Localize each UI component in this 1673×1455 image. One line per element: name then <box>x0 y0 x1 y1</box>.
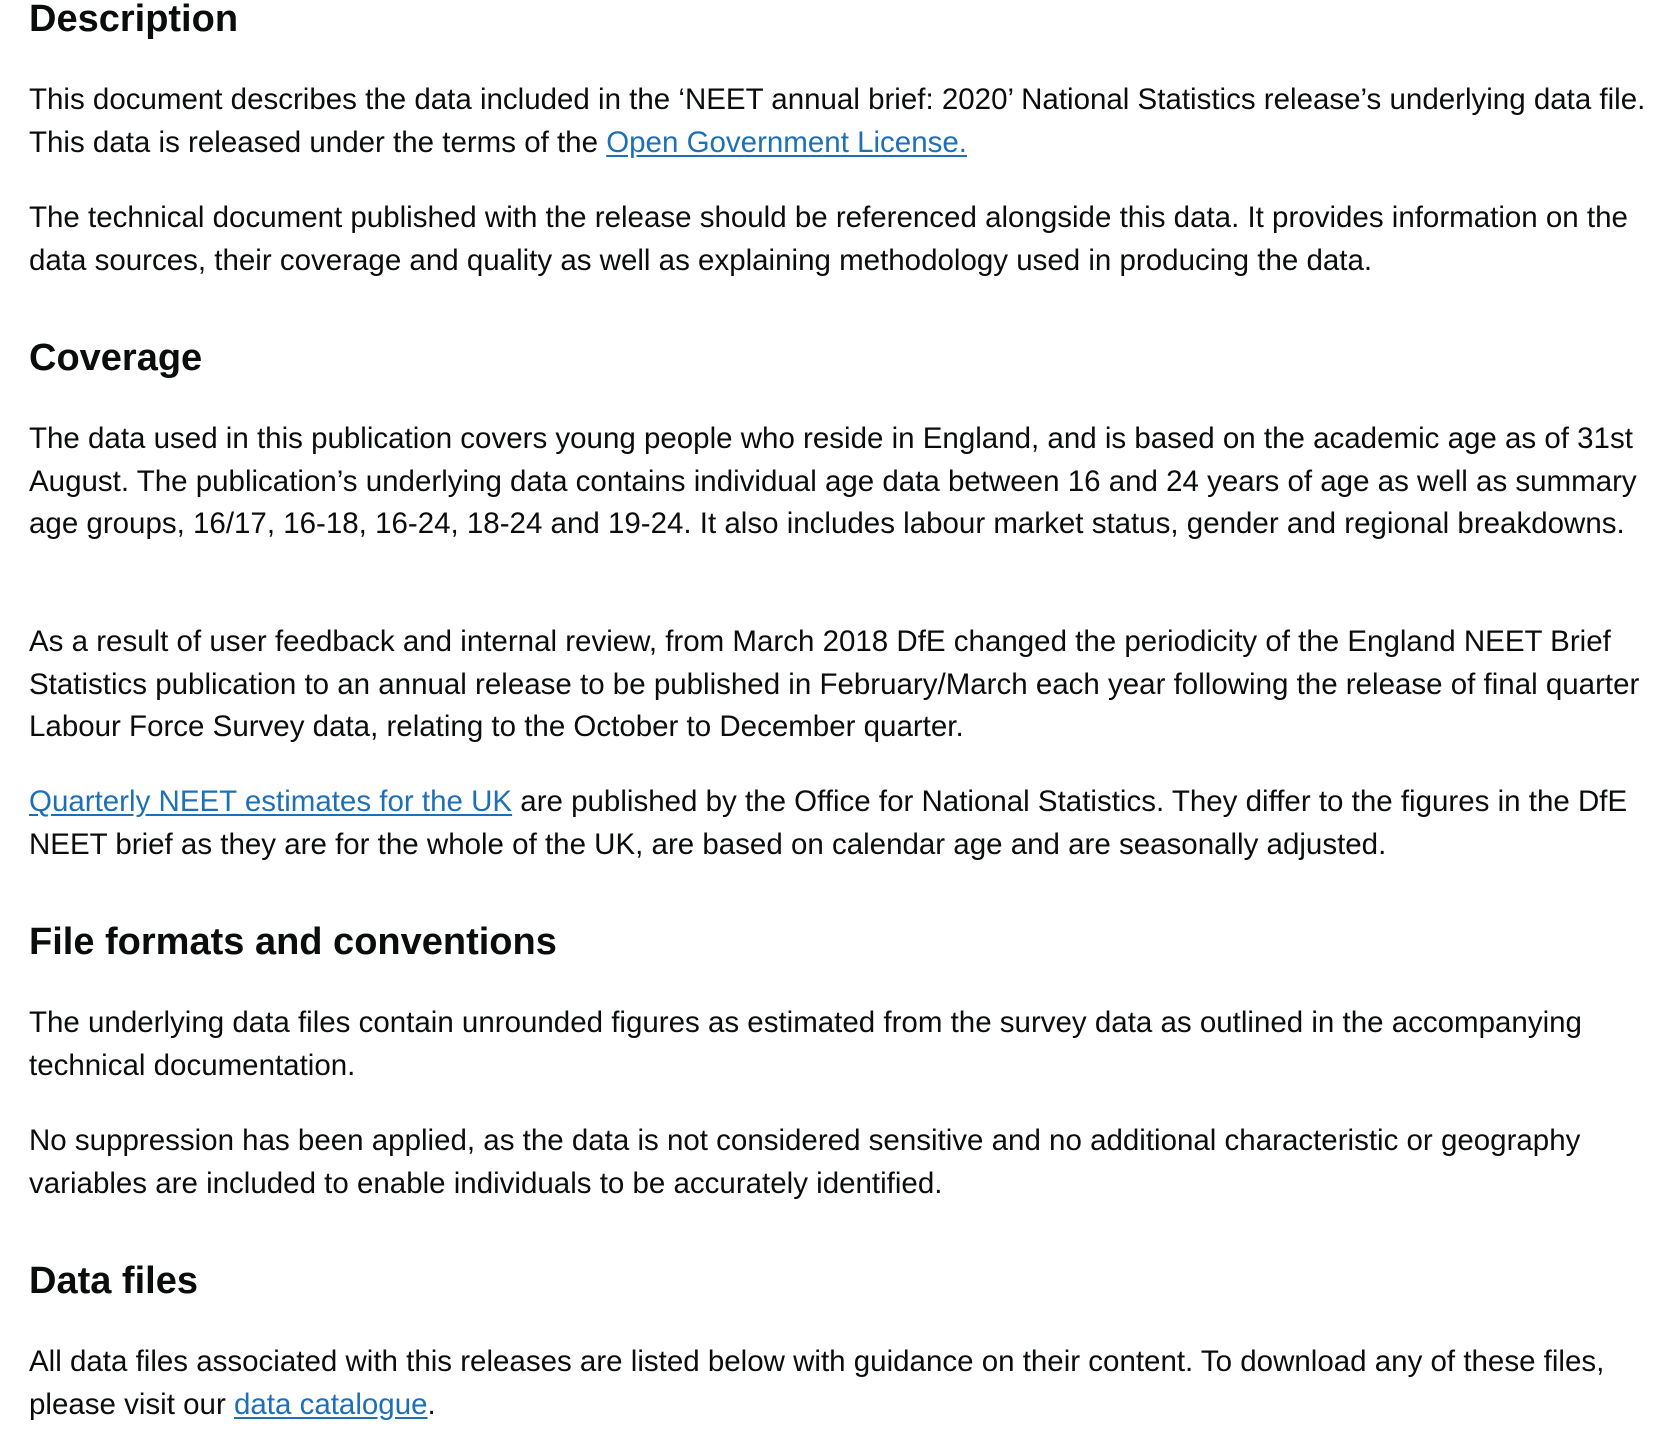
data-files-paragraph-1-text-after: . <box>427 1387 436 1421</box>
coverage-paragraph-2: As a result of user feedback and interna… <box>29 625 1640 743</box>
coverage-heading: Coverage <box>29 337 203 379</box>
file-formats-paragraph-1: The underlying data files contain unroun… <box>29 1006 1582 1082</box>
file-formats-heading: File formats and conventions <box>29 921 557 963</box>
description-paragraph-2: The technical document published with th… <box>29 201 1628 277</box>
file-formats-paragraph-2: No suppression has been applied, as the … <box>29 1124 1581 1200</box>
description-paragraph-1: This document describes the data include… <box>29 79 1649 164</box>
coverage-paragraph-3: Quarterly NEET estimates for the UK are … <box>29 781 1649 866</box>
data-catalogue-link[interactable]: data catalogue <box>234 1388 428 1421</box>
open-government-license-link[interactable]: Open Government License. <box>606 126 967 159</box>
description-heading: Description <box>29 0 239 40</box>
coverage-paragraph-1: The data used in this publication covers… <box>29 422 1637 540</box>
data-files-paragraph-1: All data files associated with this rele… <box>29 1341 1649 1426</box>
data-files-heading: Data files <box>29 1260 198 1302</box>
quarterly-neet-estimates-link[interactable]: Quarterly NEET estimates for the UK <box>29 785 512 818</box>
